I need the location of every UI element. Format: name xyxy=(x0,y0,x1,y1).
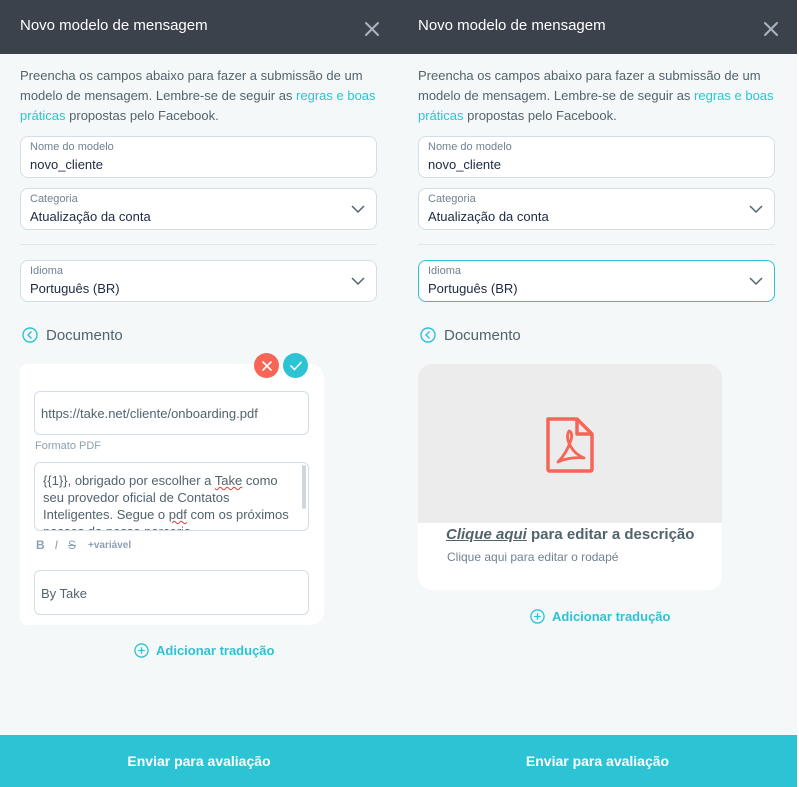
misspelled-word: Take xyxy=(214,473,243,488)
submit-for-review-button[interactable]: Enviar para avaliação xyxy=(0,735,398,787)
intro-text-after: propostas pelo Facebook. xyxy=(65,108,219,123)
category-value: Atualização da conta xyxy=(30,209,151,224)
divider xyxy=(418,244,775,245)
bold-button[interactable]: B xyxy=(36,538,45,552)
modal-header: Novo modelo de mensagem xyxy=(0,0,398,54)
edit-footer-prompt[interactable]: Clique aqui para editar o rodapé xyxy=(447,550,618,564)
format-toolbar: B I S +variável xyxy=(36,537,131,553)
check-icon xyxy=(289,361,302,371)
category-label: Categoria xyxy=(428,193,476,205)
model-name-label: Nome do modelo xyxy=(30,141,114,153)
edit-description-prompt[interactable]: Clique aqui para editar a descrição xyxy=(446,526,694,543)
close-icon[interactable] xyxy=(763,21,779,37)
add-translation-button[interactable]: Adicionar tradução xyxy=(530,607,670,625)
add-translation-label: Adicionar tradução xyxy=(552,608,671,624)
language-value: Português (BR) xyxy=(30,281,120,296)
document-preview-card[interactable]: Clique aqui para editar a descrição Cliq… xyxy=(418,364,722,590)
modal-header: Novo modelo de mensagem xyxy=(398,0,797,54)
model-name-value: novo_cliente xyxy=(30,157,103,172)
format-label: Formato PDF xyxy=(35,440,102,452)
category-label: Categoria xyxy=(30,193,78,205)
confirm-edit-button[interactable] xyxy=(283,353,308,378)
document-section-header[interactable]: Documento xyxy=(22,325,123,345)
close-icon xyxy=(261,360,272,371)
body-text-part: {{1}}, obrigado por escolher a xyxy=(43,473,215,488)
chevron-down-icon xyxy=(351,277,365,286)
model-name-value: novo_cliente xyxy=(428,157,501,172)
modal-title: Novo modelo de mensagem xyxy=(418,17,606,34)
divider xyxy=(20,244,377,245)
chevron-down-icon xyxy=(749,205,763,214)
strikethrough-button[interactable]: S xyxy=(68,538,76,552)
category-value: Atualização da conta xyxy=(428,209,549,224)
modal-title: Novo modelo de mensagem xyxy=(20,17,208,34)
edit-description-link[interactable]: Clique aqui xyxy=(446,526,527,543)
intro-text-after: propostas pelo Facebook. xyxy=(463,108,617,123)
add-translation-button[interactable]: Adicionar tradução xyxy=(134,641,274,659)
cancel-edit-button[interactable] xyxy=(254,353,279,378)
plus-circle-icon xyxy=(134,642,149,658)
document-media-area[interactable] xyxy=(418,364,722,523)
plus-circle-icon xyxy=(530,608,545,624)
language-select[interactable]: Idioma Português (BR) xyxy=(20,260,377,302)
template-panel-editing: Novo modelo de mensagem Preencha os camp… xyxy=(0,0,398,787)
back-circle-icon[interactable] xyxy=(22,327,38,343)
submit-for-review-button[interactable]: Enviar para avaliação xyxy=(398,735,797,787)
document-title: Documento xyxy=(46,326,123,344)
language-label: Idioma xyxy=(30,265,64,277)
chevron-down-icon xyxy=(351,205,365,214)
intro-text: Preencha os campos abaixo para fazer a s… xyxy=(20,66,380,126)
document-url-input[interactable]: https://take.net/cliente/onboarding.pdf xyxy=(34,391,309,435)
footer-input[interactable]: By Take xyxy=(34,570,309,615)
language-select[interactable]: Idioma Português (BR) xyxy=(418,260,775,302)
intro-text: Preencha os campos abaixo para fazer a s… xyxy=(418,66,778,126)
textarea-scrollbar[interactable] xyxy=(302,465,306,509)
message-body-text: {{1}}, obrigado por escolher a Take como… xyxy=(43,472,301,530)
back-circle-icon[interactable] xyxy=(420,327,436,343)
pdf-icon xyxy=(546,417,594,473)
model-name-field[interactable]: Nome do modelo novo_cliente xyxy=(418,136,775,178)
document-title: Documento xyxy=(444,326,521,344)
chevron-down-icon xyxy=(749,277,763,286)
language-value: Português (BR) xyxy=(428,281,518,296)
add-translation-label: Adicionar tradução xyxy=(156,642,275,658)
language-label: Idioma xyxy=(428,265,462,277)
category-select[interactable]: Categoria Atualização da conta xyxy=(20,188,377,230)
add-variable-button[interactable]: +variável xyxy=(88,540,131,551)
close-icon[interactable] xyxy=(364,21,380,37)
model-name-label: Nome do modelo xyxy=(428,141,512,153)
document-section-header[interactable]: Documento xyxy=(420,325,521,345)
template-panel-preview: Novo modelo de mensagem Preencha os camp… xyxy=(398,0,797,787)
model-name-field[interactable]: Nome do modelo novo_cliente xyxy=(20,136,377,178)
edit-description-rest: para editar a descrição xyxy=(526,526,695,543)
italic-button[interactable]: I xyxy=(55,538,58,552)
misspelled-word: pdf xyxy=(168,507,187,522)
message-body-textarea[interactable]: {{1}}, obrigado por escolher a Take como… xyxy=(34,462,309,531)
category-select[interactable]: Categoria Atualização da conta xyxy=(418,188,775,230)
